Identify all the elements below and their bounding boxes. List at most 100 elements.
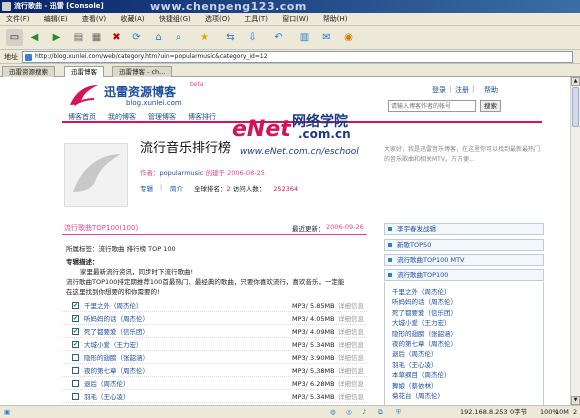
song-checkbox[interactable] [72,367,79,374]
sidebar-song-link[interactable]: 大城小爱（王力宏） [392,317,451,327]
layout-icon[interactable]: ▥ [296,29,313,46]
author-link[interactable]: popularmusic [160,169,204,177]
album-link[interactable]: 专辑 [140,183,153,193]
sidebar-box-top100[interactable]: 流行歌曲TOP100 [384,269,544,281]
login-link[interactable]: 登录 [432,85,446,95]
song-title-link[interactable]: 退后（周杰伦） [84,378,130,390]
blog-author-line: 作者：popularmusic 创建于 2006-08-25 [140,167,265,177]
download-icon[interactable]: ⇩ [244,29,261,46]
song-info-link[interactable]: 详细信息 [338,300,364,312]
song-title-link[interactable]: 听妈妈的话（周杰伦） [84,313,149,325]
register-link[interactable]: 注册 [455,85,469,95]
song-checkbox[interactable] [72,354,79,361]
song-row: 退后（周杰伦） MP3/6.28MB 详细信息 [62,378,367,390]
song-info-link[interactable]: 详细信息 [338,365,364,377]
app-icon [2,2,11,11]
window-titlebar[interactable]: 流行歌曲 - 迅雷 [Console] www.chenpeng123.com [0,0,580,13]
menu-file[interactable]: 文件(F) [0,13,36,26]
song-title-link[interactable]: 死了都要爱（信乐团） [84,326,149,338]
blog-title: 流行音乐排行榜 [140,141,232,156]
song-info-link[interactable]: 详细信息 [338,391,364,403]
desc-label: 专辑描述： [66,258,99,266]
address-input[interactable]: http://blog.xunlei.com/web/category.htm?… [22,51,573,63]
sidebar-song-link[interactable]: 羽毛（王心凌） [392,359,438,369]
forward-icon[interactable]: ▶ [48,29,65,46]
song-checkbox[interactable]: ✔ [72,341,79,348]
sidebar-box-li-yuchun[interactable]: 李宇春发战辑 [384,223,544,235]
song-title-link[interactable]: 大城小爱（王力宏） [84,339,143,351]
blog-avatar [64,143,128,207]
sidebar-box-label: 流行歌曲TOP100 [397,271,449,279]
sidebar-song-link[interactable]: 死了都要爱（信乐团） [392,307,457,317]
nav-blog-home[interactable]: 博客首页 [68,112,96,122]
song-checkbox[interactable]: ✔ [72,315,79,322]
sidebar-song-link[interactable]: 舞娘（蔡依林） [392,380,438,390]
sidebar-box-top100-mtv[interactable]: 流行歌曲TOP100 MTV [384,254,544,266]
album-title[interactable]: 流行歌曲TOP100(100) [64,223,138,233]
vertical-scrollbar[interactable]: ▲ ▼ [570,77,580,405]
sidebar-box-label: 李宇春发战辑 [397,225,436,233]
song-checkbox[interactable]: ✔ [72,302,79,309]
back-icon[interactable]: ◀ [26,29,43,46]
song-info-link[interactable]: 详细信息 [338,352,364,364]
menu-view[interactable]: 查看(V) [76,13,112,26]
tab-xunlei-blog-ch[interactable]: 迅雷博客 - ch... [112,66,173,77]
song-checkbox[interactable]: ✔ [72,328,79,335]
song-info-link[interactable]: 详细信息 [338,313,364,325]
nav-manage-blog[interactable]: 管理博客 [148,112,176,122]
favorites-star-icon[interactable]: ★ [196,29,213,46]
song-checkbox[interactable] [72,380,79,387]
created-label: 创建于 [205,169,226,177]
song-row: ✔ 死了都要爱（信乐团） MP3/4.09MB 详细信息 [62,326,367,338]
song-title-link[interactable]: 羽毛（王心凌） [84,391,130,403]
menu-tools[interactable]: 工具(T) [238,13,274,26]
tab-xunlei-blog[interactable]: 迅雷博客 [64,66,104,77]
song-info-link[interactable]: 详细信息 [338,326,364,338]
search-icon[interactable]: ⌕ [170,29,187,46]
menu-favorites[interactable]: 收藏(A) [114,13,150,26]
sidebar-song-link[interactable]: 千里之外（周杰伦） [392,286,451,296]
logo-bird-icon [68,83,100,109]
sidebar-song-link[interactable]: 听妈妈的话（周杰伦） [392,296,457,306]
song-title-link[interactable]: 千里之外（周杰伦） [84,300,143,312]
scroll-up-icon[interactable]: ▲ [571,77,580,86]
scroll-thumb[interactable] [572,87,579,127]
nav-my-blog[interactable]: 我的博客 [108,112,136,122]
song-size: 3.90MB [310,354,335,362]
page-icon[interactable]: ▤ [70,29,87,46]
undo-icon[interactable]: ↶ [270,29,287,46]
desc-line-2: 流行歌曲TOP100排定期推荐100首最热门、最经典的歌曲，只要你喜欢流行，喜欢… [66,278,345,286]
stop-icon[interactable]: ✖ [108,29,125,46]
intro-link[interactable]: 简介 [170,183,183,193]
sidebar-song-link[interactable]: 退后（周杰伦） [392,348,438,358]
menu-edit[interactable]: 编辑(E) [38,13,74,26]
song-info-link[interactable]: 详细信息 [338,378,364,390]
sidebar-song-link[interactable]: 隐形的翅膀（张韶涵） [392,328,457,338]
menu-options[interactable]: 选项(O) [199,13,236,26]
new-window-icon[interactable]: ▭ [6,29,23,46]
nav-blog-rank[interactable]: 博客排行 [188,112,216,122]
sidebar-song-link[interactable]: 本草纲目（周杰伦） [392,369,451,379]
tags-value: 流行歌曲 排行榜 TOP 100 [98,245,176,253]
refresh-icon[interactable]: ⟳ [128,29,145,46]
sidebar-song-link[interactable]: 夜的第七章（周杰伦） [392,338,457,348]
song-title-link[interactable]: 夜的第七章（周杰伦） [84,365,149,377]
song-info-link[interactable]: 详细信息 [338,339,364,351]
copy-icon[interactable]: ▦ [88,29,105,46]
song-title-link[interactable]: 隐形的翅膀（张韶涵） [84,352,149,364]
song-format: MP3/ [292,367,308,375]
history-icon[interactable]: ⇆ [222,29,239,46]
help-link[interactable]: 帮助 [484,85,498,95]
song-checkbox[interactable] [72,393,79,400]
mail-icon[interactable]: ✉ [318,29,335,46]
menu-help[interactable]: 帮助(H) [317,13,354,26]
tab-xunlei-search[interactable]: 迅雷资源搜索 [2,66,55,77]
rss-icon[interactable]: ◉ [340,29,357,46]
sidebar-box-new-top50[interactable]: 新歌TOP50 [384,239,544,251]
scroll-down-icon[interactable]: ▼ [571,396,580,405]
menu-window[interactable]: 窗口(W) [276,13,314,26]
sidebar-song-link[interactable]: 菊花台（周杰伦） [392,390,444,400]
home-icon[interactable]: ⌂ [150,29,167,46]
menu-groups[interactable]: 快捷组(G) [153,13,197,26]
logo-text[interactable]: 迅雷资源博客 [104,83,176,100]
